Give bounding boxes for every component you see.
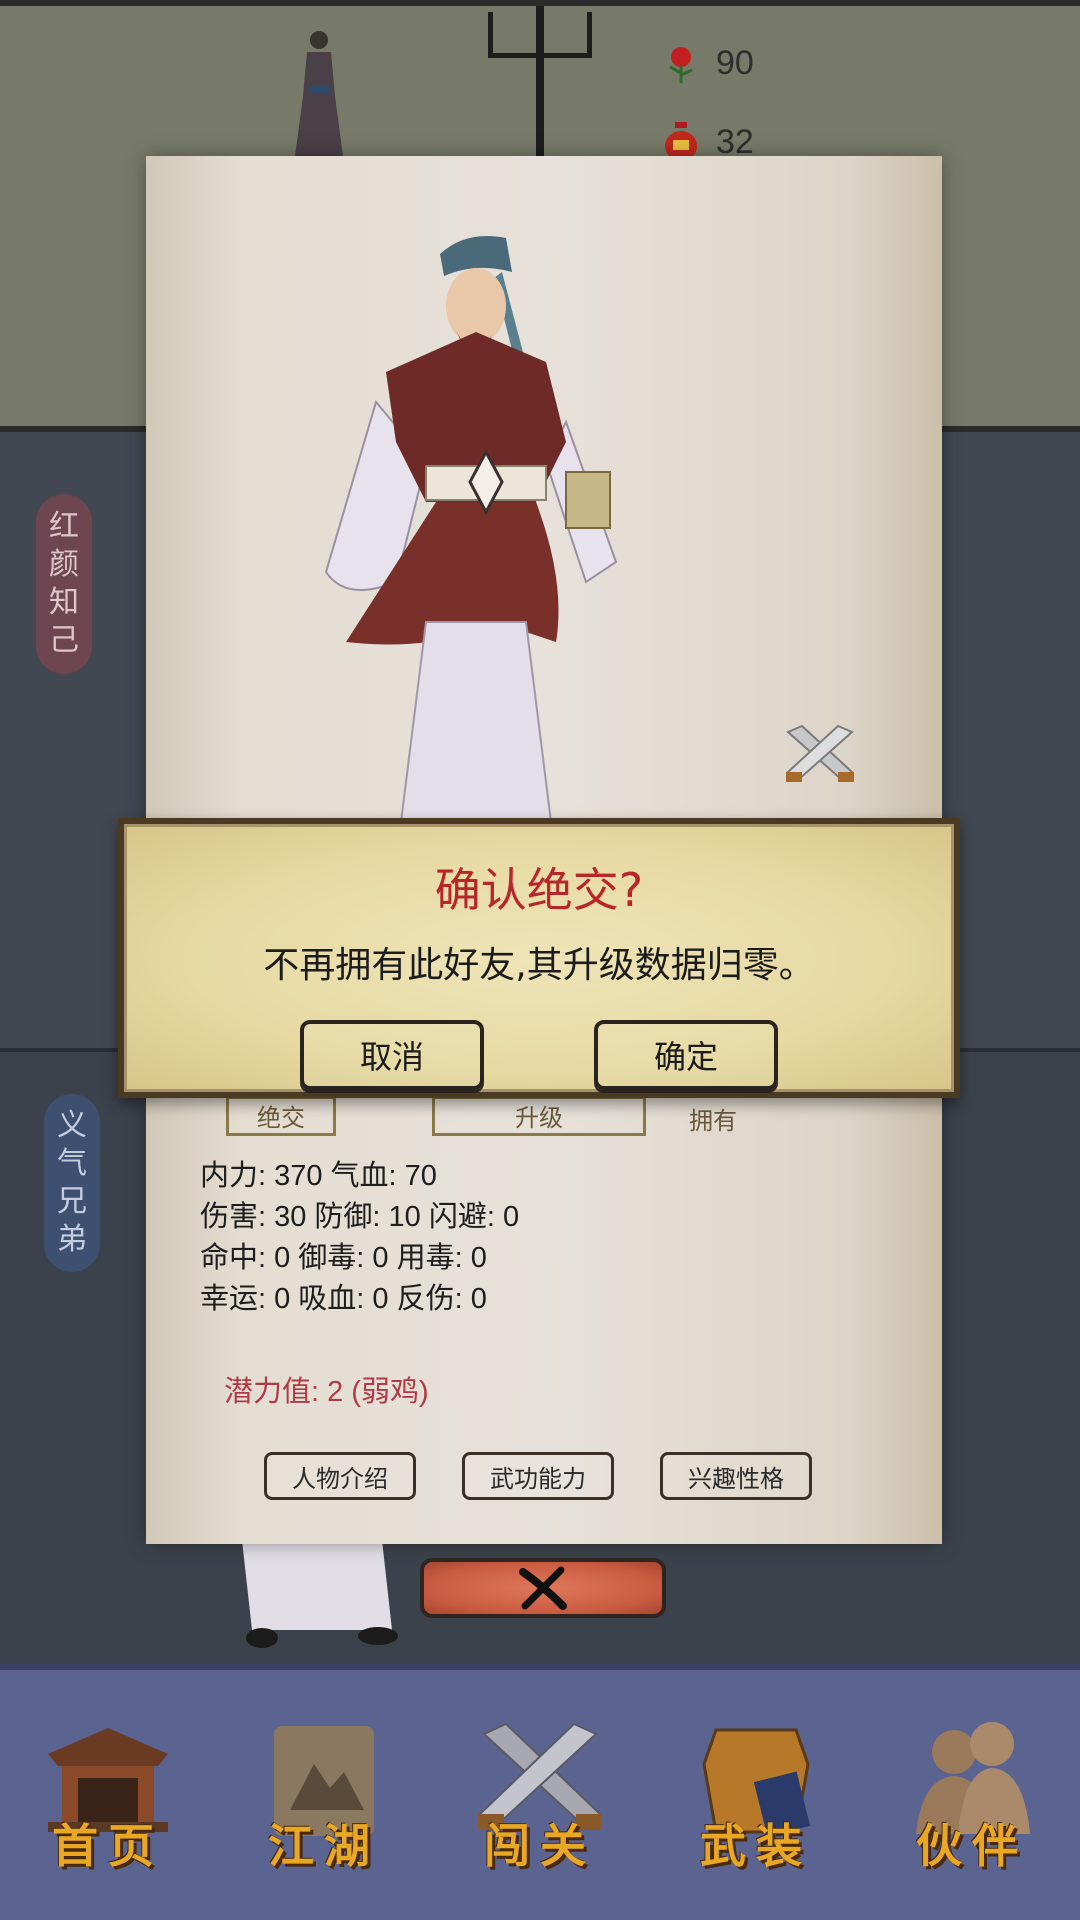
nav-world[interactable]: 江湖 [244, 1710, 404, 1880]
stat-line-luck: 幸运: 0 吸血: 0 反伤: 0 [200, 1283, 487, 1315]
owned-label: 拥有 [678, 1096, 748, 1136]
character-thumbnail[interactable] [283, 26, 353, 164]
rose-icon [669, 46, 693, 83]
nav-partners[interactable]: 伙伴 [892, 1710, 1052, 1880]
potential-value: 潜力值: 2 (弱鸡) [224, 1376, 429, 1408]
banner-char: 兄 [57, 1184, 87, 1219]
stat-line-damage: 伤害: 30 防御: 10 闪避: 0 [200, 1201, 520, 1233]
nav-home[interactable]: 首页 [28, 1710, 188, 1880]
nav-armory-label: 武装 [700, 1819, 812, 1873]
tab-martial-abilities[interactable]: 武功能力 [462, 1452, 614, 1500]
dialog-message: 不再拥有此好友,其升级数据归零。 [263, 945, 815, 986]
banner-char: 知 [49, 585, 79, 620]
rose-count: 90 [664, 44, 754, 83]
nav-home-label: 首页 [52, 1819, 164, 1873]
side-banner-confidantes[interactable]: 红 颜 知 己 [36, 494, 92, 674]
crossed-swords-icon[interactable] [782, 722, 858, 788]
break-friendship-button[interactable]: 绝交 [226, 1096, 336, 1136]
close-card-button[interactable] [420, 1558, 666, 1618]
banner-char: 义 [57, 1108, 87, 1143]
stat-line-inner-power: 内力: 370 气血: 70 [200, 1160, 437, 1192]
banner-char: 弟 [57, 1222, 87, 1257]
banner-char: 红 [49, 509, 79, 544]
character-stats: 内力: 370 气血: 70 伤害: 30 防御: 10 闪避: 0 命中: 0… [200, 1156, 800, 1320]
cancel-button[interactable]: 取消 [300, 1020, 484, 1090]
upgrade-button[interactable]: 升级 [432, 1096, 646, 1136]
nav-armory[interactable]: 武装 [676, 1710, 836, 1880]
nav-challenge[interactable]: 闯关 [460, 1710, 620, 1880]
bottom-nav: 首页 江湖 闯关 武装 伙伴 [0, 1664, 1080, 1920]
panel-divider [536, 6, 544, 166]
confirm-button[interactable]: 确定 [594, 1020, 778, 1090]
nav-partners-label: 伙伴 [916, 1819, 1028, 1873]
side-banner-brothers[interactable]: 义 气 兄 弟 [44, 1094, 100, 1272]
close-icon [519, 1566, 567, 1610]
character-feet [242, 1540, 398, 1648]
character-portrait [324, 236, 618, 862]
nav-world-label: 江湖 [268, 1819, 380, 1873]
rose-count-value: 90 [716, 44, 754, 82]
upgrade-label: 升级 [515, 1104, 563, 1132]
banner-char: 己 [49, 623, 79, 658]
break-friendship-label: 绝交 [257, 1104, 305, 1132]
dialog-title: 确认绝交? [434, 863, 644, 917]
nav-challenge-label: 闯关 [484, 1819, 596, 1873]
owned-text: 拥有 [689, 1107, 737, 1135]
stat-line-hit: 命中: 0 御毒: 0 用毒: 0 [200, 1242, 487, 1274]
tab-personality[interactable]: 兴趣性格 [660, 1452, 812, 1500]
banner-char: 颜 [49, 547, 79, 582]
tab-character-intro[interactable]: 人物介绍 [264, 1452, 416, 1500]
confirm-break-dialog: 确认绝交? 不再拥有此好友,其升级数据归零。 取消 确定 [118, 818, 960, 1098]
banner-char: 气 [57, 1146, 87, 1181]
card-tabs: 人物介绍 武功能力 兴趣性格 [264, 1452, 812, 1500]
